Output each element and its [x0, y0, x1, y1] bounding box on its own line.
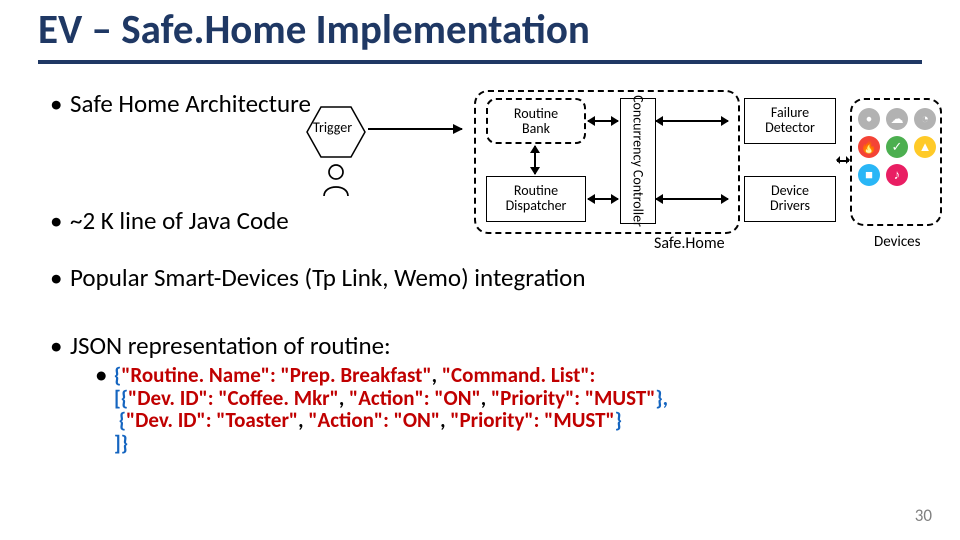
- bullet-icon: •: [50, 205, 70, 236]
- title-underline: [38, 60, 922, 64]
- arrow-cc-drivers: [656, 198, 728, 200]
- bullet-icon: •: [50, 330, 70, 361]
- device-icon: •: [858, 108, 880, 130]
- json-example: • {"Routine. Name": "Prep. Breakfast", "…: [96, 364, 668, 455]
- device-drivers-box: Device Drivers: [744, 176, 836, 222]
- bullet-3: Popular Smart-Devices (Tp Link, Wemo) in…: [70, 262, 585, 293]
- bullet-2: ~2 K line of Java Code: [70, 205, 289, 236]
- bullet-list-top: •Safe Home Architecture •~2 K line of Ja…: [50, 88, 311, 241]
- arrow-drivers-devices: [837, 160, 849, 162]
- bullet-icon: •: [50, 88, 70, 119]
- device-icon: ■: [858, 164, 880, 186]
- person-icon: [321, 164, 351, 198]
- bullet-icon: •: [96, 364, 114, 387]
- slide-title: EV – Safe.Home Implementation: [38, 8, 590, 53]
- devices-label: Devices: [874, 233, 921, 251]
- bullet-icon: •: [50, 262, 70, 293]
- device-icon: ▲: [914, 136, 936, 158]
- arrow-bank-cc: [588, 120, 618, 122]
- arrow-cc-failure: [656, 120, 728, 122]
- device-icons-grid: • ☁ ◔ 🔥 ✓ ▲ ■ ♪: [858, 108, 938, 188]
- safehome-label: Safe.Home: [654, 234, 725, 253]
- arrow-bank-dispatcher: [534, 146, 536, 174]
- page-number: 30: [915, 505, 932, 526]
- architecture-diagram: Trigger Routine Bank Routine Dispatcher …: [306, 90, 906, 240]
- device-icon: ♪: [886, 164, 908, 186]
- routine-bank-box: Routine Bank: [486, 98, 586, 144]
- arrow-trigger-to-safehome: [368, 128, 462, 130]
- trigger-label: Trigger: [313, 119, 352, 136]
- failure-detector-box: Failure Detector: [744, 98, 836, 144]
- device-icon: ◔: [914, 108, 936, 130]
- bullet-1: Safe Home Architecture: [70, 88, 311, 119]
- bullet-4-wrap: •JSON representation of routine:: [50, 330, 391, 361]
- device-icon: ☁: [886, 108, 908, 130]
- device-icon: 🔥: [858, 136, 880, 158]
- arrow-disp-cc: [588, 198, 618, 200]
- concurrency-controller-box: Concurrency Controller: [620, 98, 656, 224]
- bullet-3-wrap: •Popular Smart-Devices (Tp Link, Wemo) i…: [50, 262, 585, 293]
- routine-dispatcher-box: Routine Dispatcher: [486, 176, 586, 222]
- bullet-4: JSON representation of routine:: [70, 330, 391, 361]
- device-icon: ✓: [886, 136, 908, 158]
